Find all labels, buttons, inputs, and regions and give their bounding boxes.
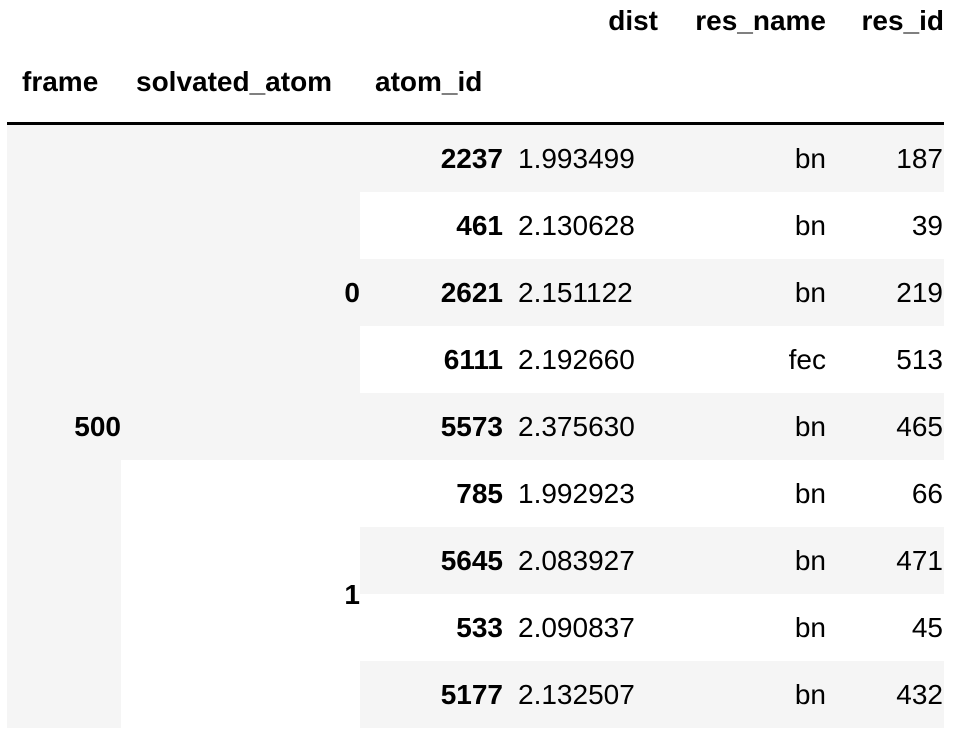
- atom-id-cell: 6111: [443, 344, 503, 375]
- column-header-res-id: res_id: [861, 5, 945, 36]
- solvated-atom-index-cell: 1: [121, 460, 360, 728]
- res-name-cell: bn: [794, 210, 826, 241]
- atom-id-cell: 533: [456, 612, 503, 643]
- dist-cell: 2.090837: [518, 612, 635, 643]
- atom-id-cell: 5573: [360, 393, 503, 460]
- atom-id-cell: 461: [456, 210, 503, 241]
- frame-index-cell: 500: [7, 123, 121, 728]
- dist-cell: 2.083927: [503, 527, 658, 594]
- atom-id-cell: 5177: [360, 661, 503, 728]
- res-name-cell: bn: [658, 259, 826, 326]
- header-blank: [7, 0, 121, 42]
- table-row: 1 785 1.992923 bn 66: [7, 460, 944, 728]
- header-row-index-names: frame solvated_atom atom_id: [7, 42, 944, 124]
- res-id-cell: 513: [896, 344, 943, 375]
- table-header: dist res_name res_id frame solvated_atom…: [7, 0, 944, 124]
- res-name-cell: bn: [658, 123, 826, 192]
- res-id-cell: 66: [911, 478, 943, 509]
- solvated-atom-index-value: 0: [344, 277, 360, 308]
- res-id-cell: 187: [826, 123, 944, 192]
- solvated-atom-index-cell: 0: [121, 123, 360, 460]
- atom-id-cell: 2237: [360, 123, 503, 192]
- dist-cell: 2.130628: [518, 210, 635, 241]
- res-id-cell: 45: [911, 612, 943, 643]
- res-name-cell: bn: [794, 612, 826, 643]
- table-row: 500 0 2237 1.993499 bn 187: [7, 123, 944, 728]
- res-id-cell: 465: [826, 393, 944, 460]
- res-name-cell: bn: [658, 661, 826, 728]
- header-row-columns: dist res_name res_id: [7, 0, 944, 42]
- dist-cell: 2.375630: [503, 393, 658, 460]
- res-id-cell: 39: [911, 210, 943, 241]
- dist-cell: 1.993499: [503, 123, 658, 192]
- index-header-solvated-atom: solvated_atom: [136, 66, 333, 97]
- table-body: 500 0 2237 1.993499 bn 187 461 2.130628 …: [7, 123, 944, 728]
- header-blank: [503, 42, 658, 124]
- atom-id-cell: 2621: [360, 259, 503, 326]
- frame-index-value: 500: [74, 411, 121, 442]
- res-name-cell: bn: [658, 527, 826, 594]
- dist-cell: 2.192660: [518, 344, 635, 375]
- index-header-atom-id: atom_id: [375, 66, 483, 97]
- solvated-atom-index-value: 1: [344, 578, 360, 610]
- header-blank: [360, 0, 503, 42]
- header-blank: [658, 42, 826, 124]
- column-header-dist: dist: [608, 5, 658, 36]
- res-id-cell: 432: [826, 661, 944, 728]
- dist-cell: 1.992923: [518, 478, 635, 509]
- res-name-cell: fec: [788, 344, 826, 375]
- header-blank: [121, 0, 360, 42]
- res-id-cell: 219: [826, 259, 944, 326]
- dist-cell: 2.151122: [503, 259, 658, 326]
- header-blank: [826, 42, 944, 124]
- column-header-res-name: res_name: [695, 5, 826, 36]
- dist-cell: 2.132507: [503, 661, 658, 728]
- res-id-cell: 471: [826, 527, 944, 594]
- res-name-cell: bn: [794, 478, 826, 509]
- index-header-frame: frame: [22, 66, 99, 97]
- res-name-cell: bn: [658, 393, 826, 460]
- atom-id-cell: 5645: [360, 527, 503, 594]
- dataframe-table: dist res_name res_id frame solvated_atom…: [7, 0, 944, 728]
- atom-id-cell: 785: [456, 478, 503, 509]
